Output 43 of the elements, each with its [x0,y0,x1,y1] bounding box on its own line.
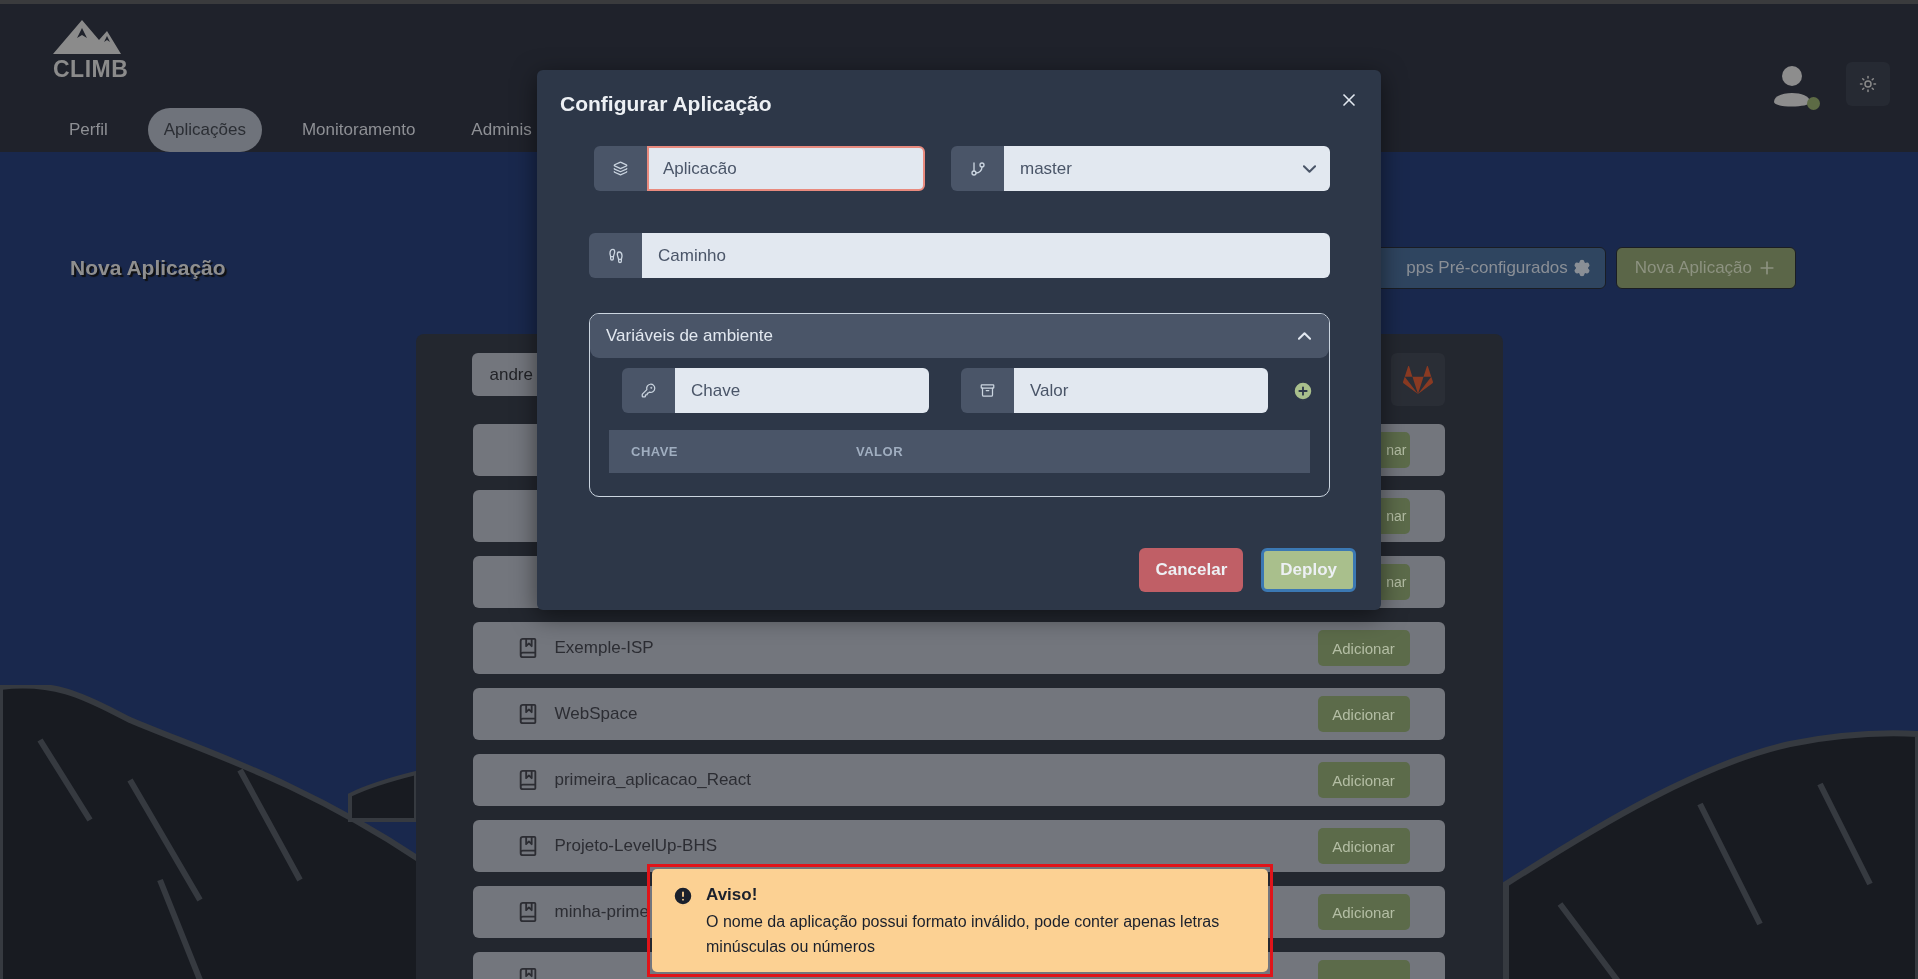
branch-select[interactable]: master [1004,146,1330,191]
repository-name: primeira_aplicacao_React [554,770,752,790]
alert-icon [672,885,694,907]
env-section-header[interactable]: Variáveis de ambiente [590,314,1329,358]
page-title: Nova Aplicação [70,256,226,280]
add-button[interactable]: Adicionar [1317,828,1410,864]
value-field[interactable]: Valor [1014,368,1268,413]
nav-tab[interactable]: Monitoramento [285,108,432,152]
new-app-button[interactable]: Nova Aplicação [1615,247,1796,289]
cancel-button[interactable]: Cancelar [1139,548,1244,592]
theme-button[interactable] [1846,62,1890,106]
key-field[interactable]: Chave [675,368,929,413]
repository-name: WebSpace [554,704,638,724]
toast-message: O nome da aplicação possui formato inválido, pode conter apenas letras minúsculas ou números [706,912,1221,957]
layers-icon [594,146,647,191]
repository-name: minha-prime [554,902,649,922]
fox-logo-icon [1402,364,1433,395]
column-header: CHAVE [631,444,680,459]
footprints-icon [589,233,642,278]
gear-icon [1572,259,1591,277]
sun-icon [1859,75,1877,93]
chevron-down-icon [1303,164,1316,173]
add-button[interactable]: Adicionar [1317,894,1410,930]
column-header: VALOR [856,444,905,459]
add-button[interactable]: Adicionar [1317,762,1410,798]
deploy-button[interactable]: Deploy [1261,548,1356,592]
modal-title: Configurar Aplicação [560,92,773,116]
toast-title: Aviso! [706,885,759,905]
nav-tab[interactable]: Perfil [53,108,124,152]
repository-name: Projeto-LevelUp-BHS [554,836,717,856]
name-field[interactable]: Aplicacão [647,146,925,191]
archive-icon [961,368,1014,413]
add-button[interactable]: Adicionar [1317,630,1410,666]
chevron-up-icon [1298,332,1311,340]
repository-name: Exemple-ISP [554,638,654,658]
add-button[interactable]: Adicionar [1317,696,1410,732]
key-icon [622,368,675,413]
logo-text: CLIMB [53,56,129,82]
mountain-logo-icon [53,18,121,56]
add-icon[interactable] [1292,379,1314,402]
nav-tab[interactable]: Aplicações [147,108,262,152]
branch-icon [951,146,1004,191]
path-field[interactable]: Caminho [642,233,1330,278]
